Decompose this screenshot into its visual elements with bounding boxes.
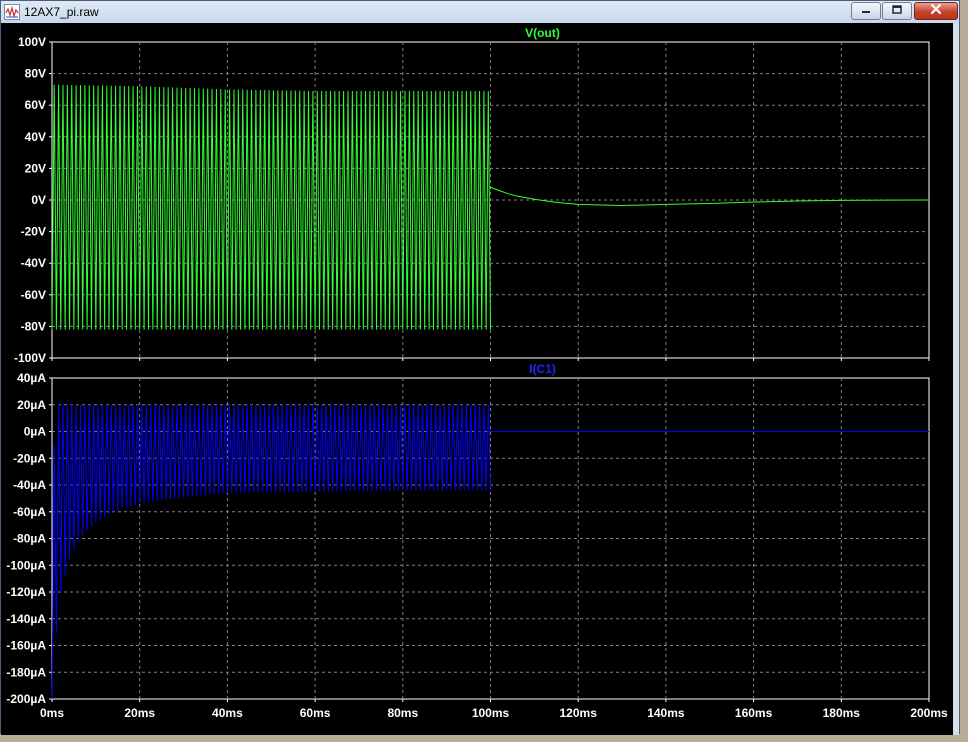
y-tick-label: -80V [21,319,46,333]
x-tick-label: 200ms [910,706,948,720]
y-tick-label: -20µA [13,451,46,465]
trace-ic1-segment-0 [51,403,491,700]
window-title: 12AX7_pi.raw [24,5,99,19]
y-tick-label: 0V [31,193,46,207]
x-tick-label: 20ms [124,706,155,720]
minimize-button[interactable] [851,2,881,20]
plot-panel-ic1: 0ms 20ms 40ms 60ms 80ms 100ms 120ms 140ms 160ms 1… [6,362,948,720]
y-tick-label: -40V [21,256,46,270]
y-tick-label: -40µA [13,478,46,492]
trace-vout-segment-0 [51,84,491,330]
y-tick-label: -20V [21,225,46,239]
y-tick-label: 20µA [17,398,46,412]
waveform-plot[interactable]: 100V 80V 60V 40V 20V 0V -20V -40V -60V -80V -100V V… [0,22,952,734]
y-tick-label: 20V [25,161,46,175]
x-tick-label: 40ms [212,706,243,720]
y-tick-label: -100V [14,351,46,365]
x-tick-label: 60ms [300,706,331,720]
minimize-icon [860,2,872,20]
y-tick-label: 60V [25,98,46,112]
y-tick-label: -140µA [6,612,46,626]
close-icon [929,2,943,20]
y-tick-label: -60V [21,288,46,302]
x-tick-label: 120ms [560,706,598,720]
y-tick-label: -120µA [6,585,46,599]
y-tick-label: 40V [25,130,46,144]
y-tick-label: -180µA [6,665,46,679]
trace-vout-segment-1 [490,186,930,207]
y-tick-label: 40µA [17,371,46,385]
x-tick-label: 0ms [40,706,64,720]
x-tick-label: 100ms [472,706,510,720]
y-tick-label: -160µA [6,639,46,653]
y-tick-label: 0µA [24,425,47,439]
maximize-icon [891,2,903,20]
waveform-app-icon [4,4,20,20]
maximize-button[interactable] [882,2,912,20]
plot-title-vout: V(out) [525,26,560,40]
window-frame-edge [953,23,959,735]
plot-title-ic1: I(C1) [529,362,556,376]
y-tick-label: -200µA [6,692,46,706]
y-tick-label: -100µA [6,558,46,572]
plot-panel-vout: 100V 80V 60V 40V 20V 0V -20V -40V -60V -80V -100V V… [14,26,930,365]
y-tick-label: -80µA [13,532,46,546]
title-bar[interactable]: 12AX7_pi.raw [1,1,959,23]
close-button[interactable] [914,2,958,20]
y-tick-label: 80V [25,67,46,81]
x-tick-label: 160ms [735,706,773,720]
x-tick-label: 140ms [647,706,685,720]
y-tick-label: -60µA [13,505,46,519]
x-tick-label: 180ms [823,706,861,720]
x-tick-label: 80ms [387,706,418,720]
y-tick-label: 100V [18,35,46,49]
